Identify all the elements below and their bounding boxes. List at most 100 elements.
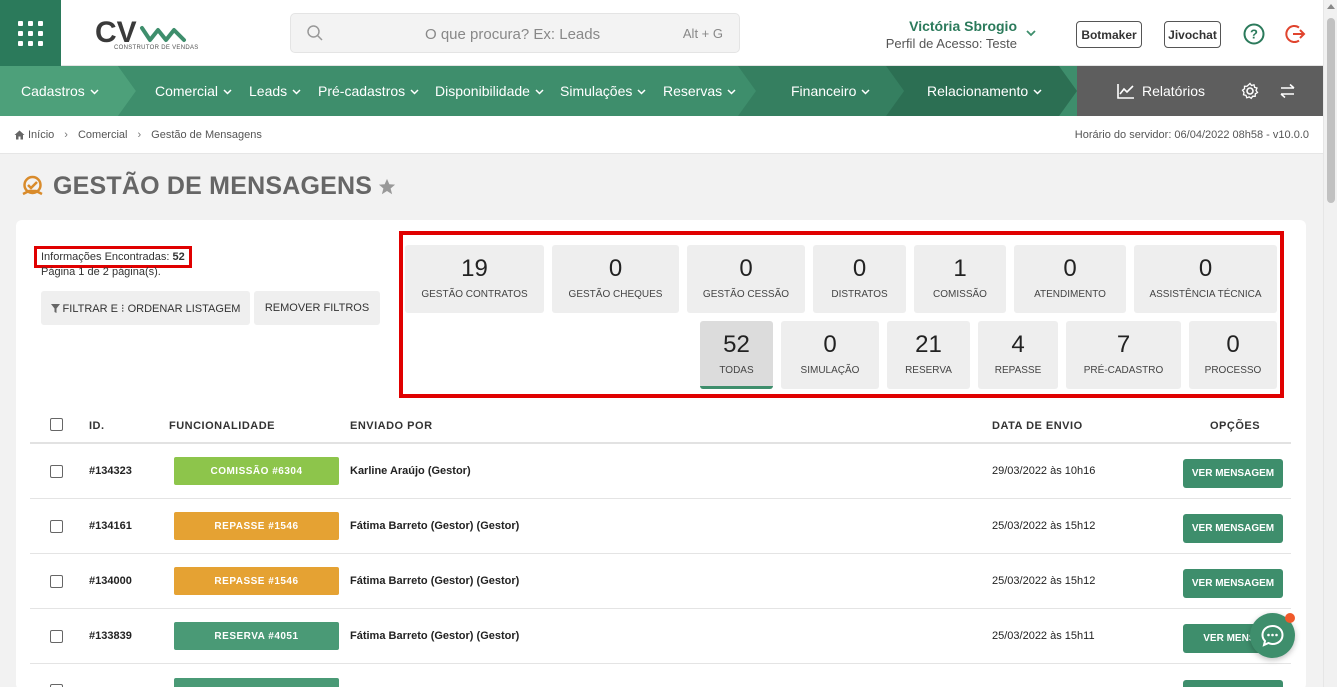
chevron-down-icon: [535, 88, 544, 95]
stat-reserva[interactable]: 21 Reserva: [887, 321, 970, 389]
scroll-up-arrow-icon[interactable]: [1327, 4, 1335, 9]
view-message-button[interactable]: VER MENSAGEM: [1183, 514, 1283, 543]
table-row: #134161 REPASSE #1546 Fátima Barreto (Ge…: [30, 499, 1291, 554]
chevron-down-icon: [1033, 88, 1042, 95]
stat-atendimento[interactable]: 0 Atendimento: [1014, 245, 1126, 313]
view-message-button[interactable]: VER MENSAGEM: [1183, 459, 1283, 488]
nav-disponibilidade[interactable]: Disponibilidade: [435, 66, 544, 116]
table-row: #133839 RESERVA #4051 Fátima Barreto (Ge…: [30, 609, 1291, 664]
swap-icon[interactable]: [1279, 83, 1296, 99]
nav-leads[interactable]: Leads: [249, 66, 301, 116]
svg-text:?: ?: [1250, 27, 1258, 42]
row-checkbox[interactable]: [50, 630, 63, 643]
table-row: [30, 664, 1291, 687]
notification-dot: [1285, 613, 1295, 623]
search-box[interactable]: O que procura? Ex: Leads Alt + G: [290, 13, 740, 53]
user-name: Victória Sbrogio: [909, 18, 1017, 34]
nav-simulacoes[interactable]: Simulações: [560, 66, 646, 116]
chevron-down-icon[interactable]: [1025, 27, 1037, 39]
row-checkbox[interactable]: [50, 520, 63, 533]
row-sent-by: Fátima Barreto (Gestor) (Gestor): [350, 575, 520, 587]
row-sent-by: Fátima Barreto (Gestor) (Gestor): [350, 520, 520, 532]
stat-pre-cadastro[interactable]: 7 Pré-cadastro: [1066, 321, 1181, 389]
stat-gestao-cessao[interactable]: 0 Gestão Cessão: [687, 245, 805, 313]
stat-assistencia-tecnica[interactable]: 0 Assistência Técnica: [1134, 245, 1277, 313]
found-count-box: Informações Encontradas: 52: [34, 246, 192, 268]
row-id: #134161: [89, 520, 132, 532]
search-shortcut: Alt + G: [682, 26, 723, 41]
search-icon: [307, 25, 323, 41]
remove-filters-button[interactable]: REMOVER FILTROS: [254, 291, 380, 325]
feature-tag[interactable]: RESERVA #4051: [174, 622, 339, 650]
breadcrumb-comercial[interactable]: Comercial: [78, 129, 128, 141]
header-feature[interactable]: FUNCIONALIDADE: [169, 420, 275, 432]
breadcrumb: Início › Comercial › Gestão de Mensagens: [14, 129, 262, 141]
nav-reservas[interactable]: Reservas: [663, 66, 736, 116]
row-id: #134000: [89, 575, 132, 587]
stat-gestao-contratos[interactable]: 19 Gestão Contratos: [405, 245, 544, 313]
stat-simulacao[interactable]: 0 Simulação: [781, 321, 879, 389]
logo-subtitle: CONSTRUTOR DE VENDAS: [114, 45, 199, 51]
chart-line-icon: [1117, 84, 1134, 99]
feature-tag[interactable]: REPASSE #1546: [174, 512, 339, 540]
botmaker-button[interactable]: Botmaker: [1076, 21, 1142, 48]
header-options: OPÇÕES: [1210, 420, 1261, 432]
page-scrollbar[interactable]: [1323, 0, 1337, 687]
feature-tag[interactable]: COMISSÃO #6304: [174, 457, 339, 485]
nav-relacionamento[interactable]: Relacionamento: [927, 66, 1042, 116]
stat-comissao[interactable]: 1 Comissão: [914, 245, 1006, 313]
page-title: GESTÃO DE MENSAGENS: [20, 172, 396, 201]
feature-tag[interactable]: REPASSE #1546: [174, 567, 339, 595]
row-date: 29/03/2022 às 10h16: [992, 465, 1096, 477]
view-message-button[interactable]: VER MENSAGEM: [1183, 569, 1283, 598]
chevron-down-icon: [637, 88, 646, 95]
feature-tag[interactable]: [174, 678, 339, 687]
nav-financeiro[interactable]: Financeiro: [791, 66, 870, 116]
scrollbar-thumb[interactable]: [1327, 18, 1335, 203]
filter-order-button[interactable]: FILTRAR E ⁝ ORDENAR LISTAGEM: [41, 291, 250, 325]
star-icon[interactable]: [378, 178, 396, 196]
server-time: Horário do servidor: 06/04/2022 08h58 - …: [1074, 129, 1309, 141]
main-nav: Cadastros Comercial Leads Pré-cadastros …: [0, 66, 1323, 116]
user-profile: Perfil de Acesso: Teste: [885, 36, 1017, 51]
user-info[interactable]: Victória Sbrogio Perfil de Acesso: Teste: [886, 18, 1017, 51]
row-checkbox[interactable]: [50, 465, 63, 478]
nav-precadastros[interactable]: Pré-cadastros: [318, 66, 419, 116]
row-date: 25/03/2022 às 15h12: [992, 520, 1096, 532]
stat-todas[interactable]: 52 Todas: [700, 321, 773, 389]
header-date[interactable]: DATA DE ENVIO: [992, 420, 1083, 432]
select-all-checkbox[interactable]: [50, 418, 63, 431]
stat-gestao-cheques[interactable]: 0 Gestão Cheques: [552, 245, 679, 313]
found-label: Informações Encontradas:: [41, 251, 170, 263]
nav-comercial[interactable]: Comercial: [155, 66, 232, 116]
chevron-down-icon: [90, 88, 99, 95]
search-input[interactable]: O que procura? Ex: Leads: [425, 26, 600, 43]
table-header: ID. FUNCIONALIDADE ENVIADO POR DATA DE E…: [30, 412, 1291, 444]
help-icon[interactable]: ?: [1243, 23, 1265, 45]
row-sent-by: Karline Araújo (Gestor): [350, 465, 471, 477]
header-id[interactable]: ID.: [89, 420, 105, 432]
stat-distratos[interactable]: 0 Distratos: [813, 245, 906, 313]
breadcrumb-current: Gestão de Mensagens: [151, 129, 262, 141]
home-icon: [14, 130, 25, 140]
row-sent-by: Fátima Barreto (Gestor) (Gestor): [350, 630, 520, 642]
row-id: #134323: [89, 465, 132, 477]
gear-icon[interactable]: [1241, 82, 1259, 100]
header-sent-by[interactable]: ENVIADO POR: [350, 420, 433, 432]
nav-relatorios[interactable]: Relatórios: [1117, 66, 1205, 116]
row-checkbox[interactable]: [50, 575, 63, 588]
row-date: 25/03/2022 às 15h12: [992, 575, 1096, 587]
logout-icon[interactable]: [1285, 23, 1307, 45]
breadcrumb-separator: ›: [137, 129, 142, 141]
stat-processo[interactable]: 0 Processo: [1189, 321, 1277, 389]
jivochat-button[interactable]: Jivochat: [1164, 21, 1221, 48]
app-grid-icon[interactable]: [0, 0, 61, 66]
top-header: CV CONSTRUTOR DE VENDAS O que procura? E…: [0, 0, 1323, 66]
stat-repasse[interactable]: 4 Repasse: [978, 321, 1058, 389]
view-message-button[interactable]: [1183, 680, 1283, 687]
messages-icon: [22, 175, 43, 196]
breadcrumb-home[interactable]: Início: [28, 129, 54, 141]
nav-cadastros[interactable]: Cadastros: [21, 66, 99, 116]
pagination-info: Página 1 de 2 página(s).: [41, 266, 161, 278]
row-id: #133839: [89, 630, 132, 642]
